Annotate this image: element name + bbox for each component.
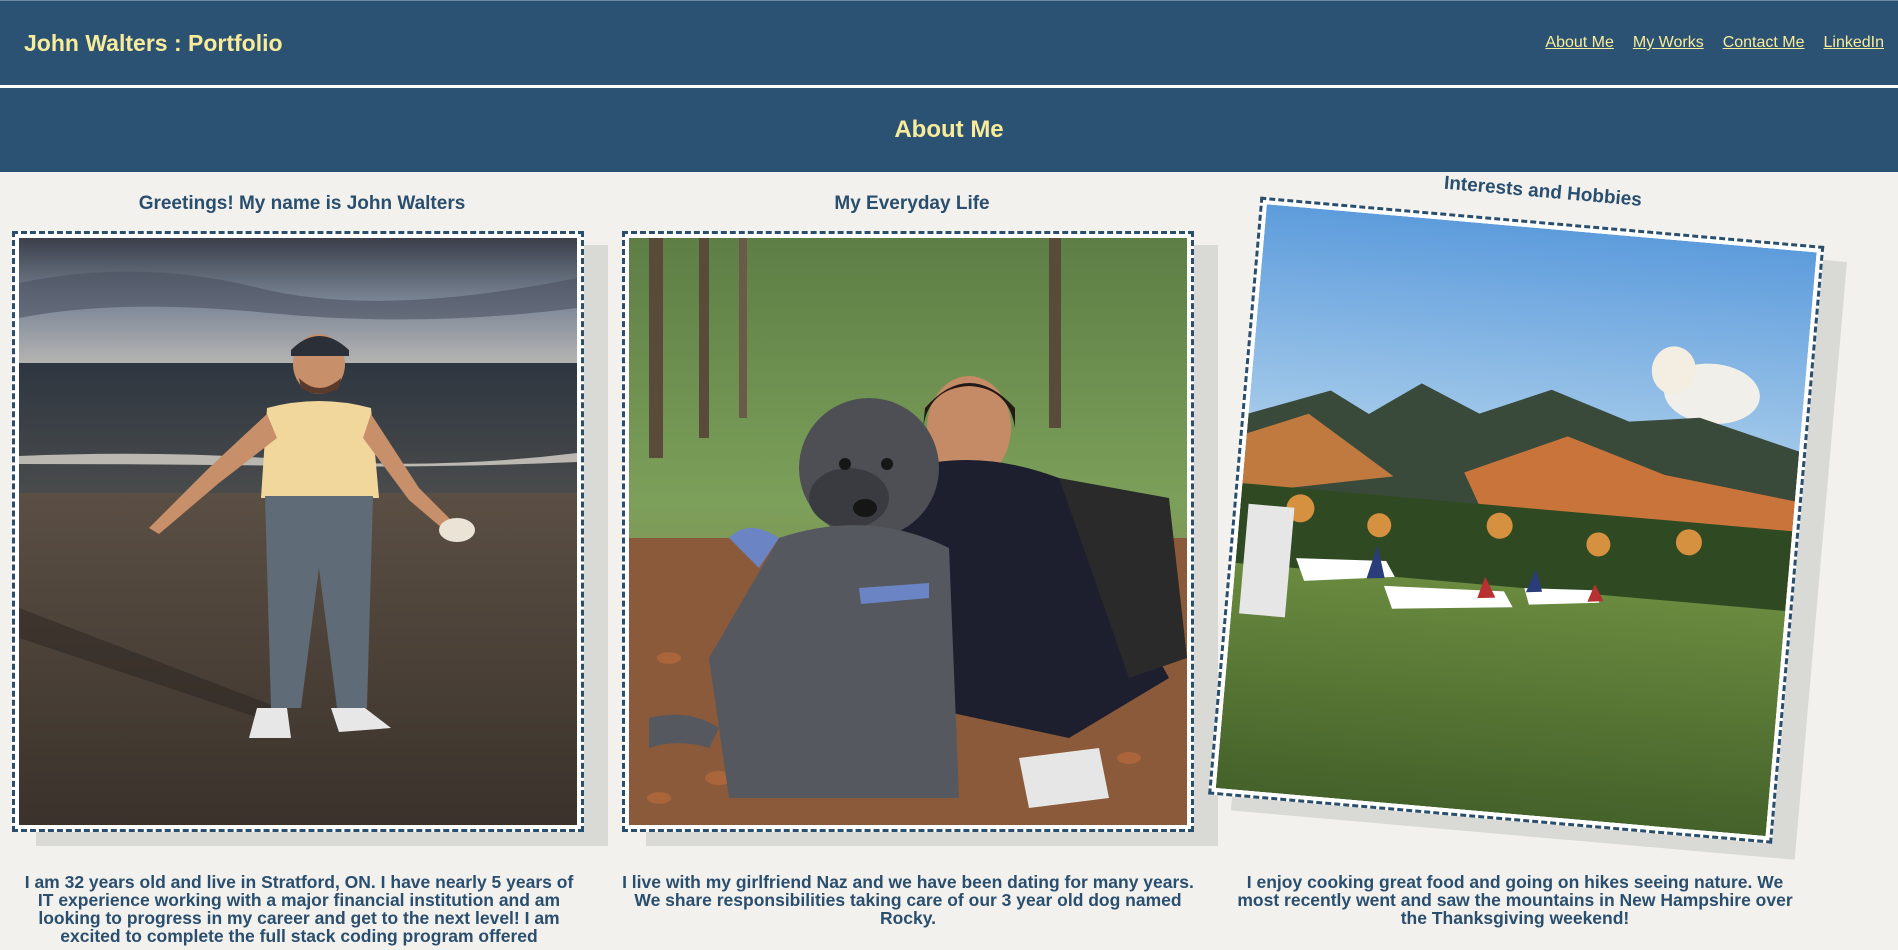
- column-heading-greetings: Greetings! My name is John Walters: [138, 193, 466, 214]
- site-brand[interactable]: John Walters : Portfolio: [24, 30, 283, 57]
- nav-link-my-works[interactable]: My Works: [1633, 34, 1704, 52]
- tilted-column-interests: Interests and Hobbies: [1180, 155, 1847, 891]
- photo-frame-interests: [1208, 196, 1825, 844]
- nav-link-about-me[interactable]: About Me: [1545, 34, 1613, 52]
- nav-link-contact-me[interactable]: Contact Me: [1723, 34, 1805, 52]
- section-title: About Me: [894, 116, 1004, 143]
- column-caption-about: I am 32 years old and live in Stratford,…: [24, 872, 574, 946]
- column-caption-everyday: I live with my girlfriend Naz and we hav…: [622, 872, 1194, 928]
- beach-portrait-photo: [19, 238, 577, 825]
- nav-link-linkedin[interactable]: LinkedIn: [1824, 34, 1885, 52]
- column-caption-interests: I enjoy cooking great food and going on …: [1237, 872, 1793, 928]
- main-nav: About Me My Works Contact Me LinkedIn: [1545, 34, 1884, 52]
- photo-frame-portrait: [12, 231, 584, 832]
- column-heading-everyday-life: My Everyday Life: [834, 193, 990, 214]
- dog-and-girlfriend-photo: [629, 238, 1187, 825]
- photo-frame-everyday: [622, 231, 1194, 832]
- mountain-airfield-photo: [1215, 204, 1817, 837]
- top-navbar: John Walters : Portfolio About Me My Wor…: [0, 0, 1898, 85]
